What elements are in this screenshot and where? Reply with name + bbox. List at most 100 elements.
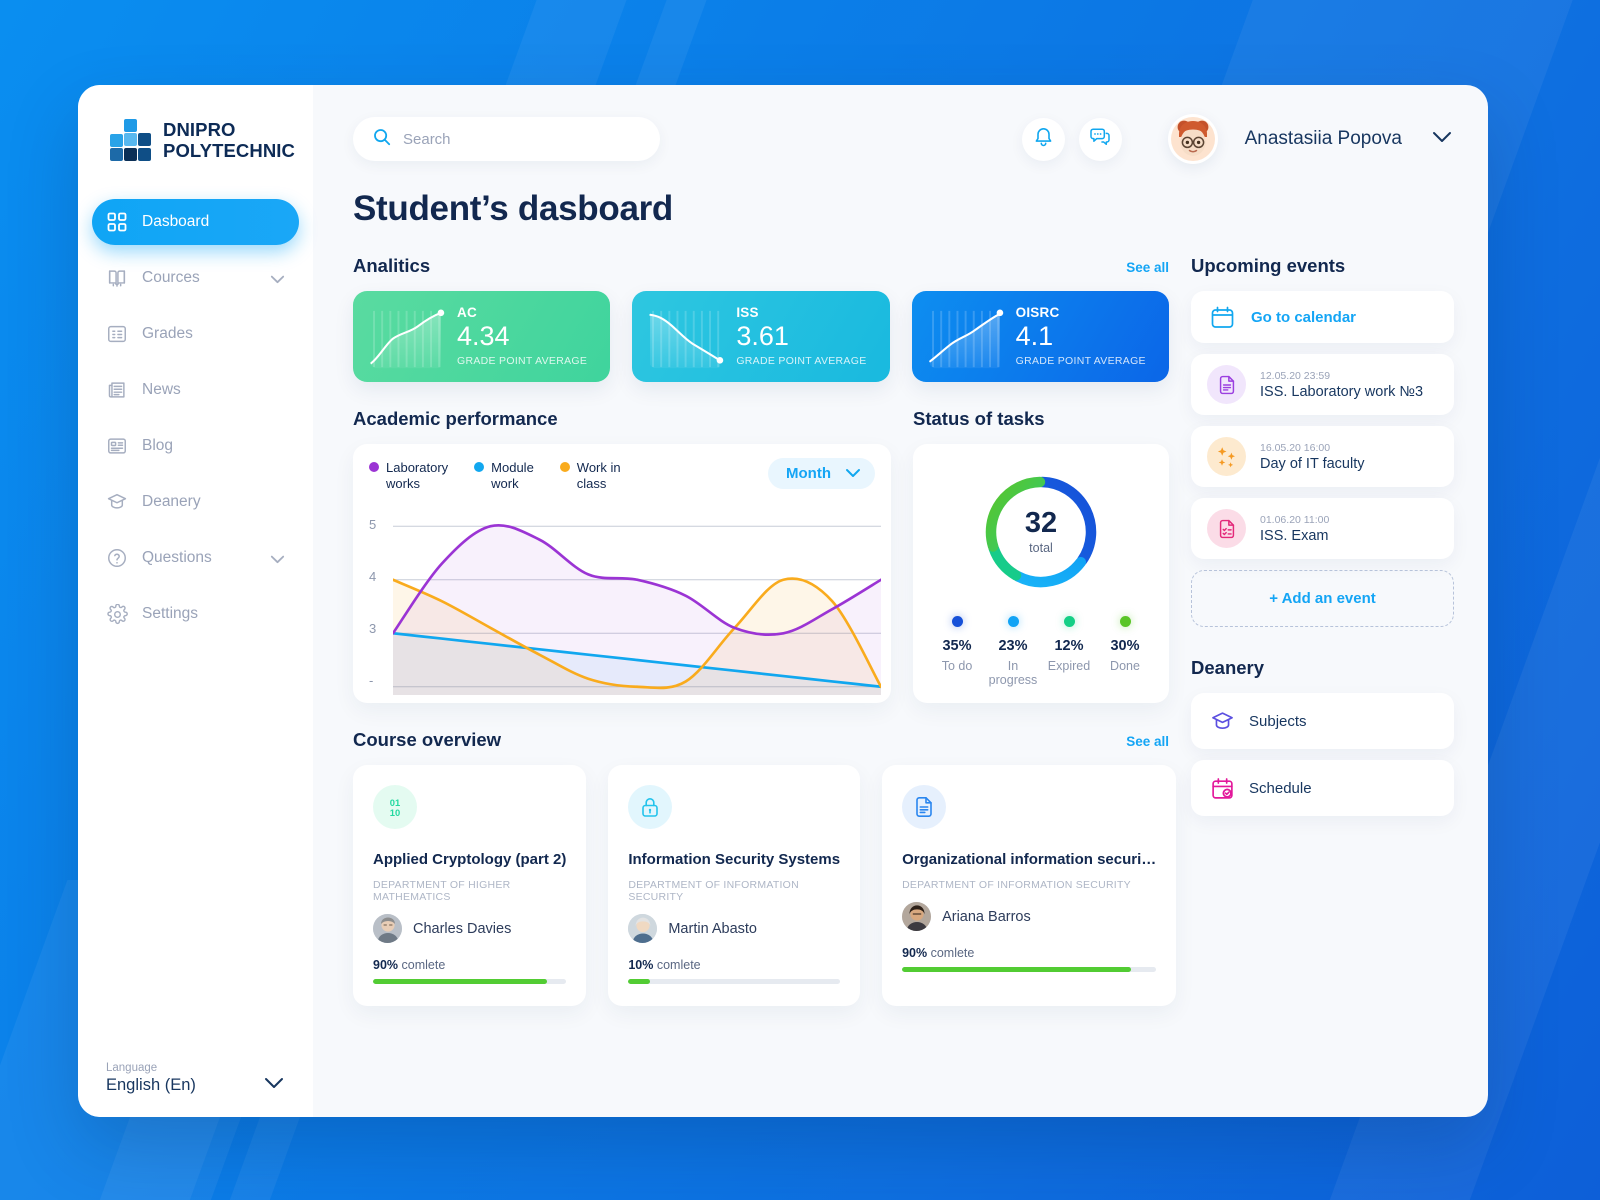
legend-color-dot xyxy=(369,462,379,472)
status-color-dot xyxy=(1119,616,1131,627)
event-item[interactable]: 01.06.20 11:00 ISS. Exam xyxy=(1191,498,1454,559)
deanery-item-subjects[interactable]: Subjects xyxy=(1191,693,1454,749)
analytics-card-iss[interactable]: ISS 3.61 GRADE POINT AVERAGE xyxy=(632,291,890,382)
academic-performance-section: Academic performance Laboratory works Mod… xyxy=(353,408,891,703)
chart-plot-area: 5 4 3 - xyxy=(369,517,881,695)
legend-label: Laboratory works xyxy=(386,460,449,491)
event-item[interactable]: 12.05.20 23:59 ISS. Laboratory work №3 xyxy=(1191,354,1454,415)
chevron-down-icon[interactable] xyxy=(270,551,285,566)
notifications-button[interactable] xyxy=(1021,117,1065,161)
sidebar-item-grades[interactable]: Grades xyxy=(92,311,299,357)
teacher-avatar xyxy=(373,914,402,943)
teacher-avatar xyxy=(902,902,932,931)
deanery-item-schedule[interactable]: Schedule xyxy=(1191,760,1454,816)
calendar-icon xyxy=(1207,302,1237,332)
period-selector[interactable]: Month xyxy=(768,458,875,489)
analytics-card-value: 4.34 xyxy=(457,321,510,351)
go-to-calendar-button[interactable]: Go to calendar xyxy=(1191,291,1454,343)
academic-performance-title: Academic performance xyxy=(353,408,558,429)
chart-y-tick-label: - xyxy=(369,673,374,688)
question-circle-icon xyxy=(106,547,128,569)
course-progress-label: 90% comlete xyxy=(902,946,1156,960)
course-department: DEPARTMENT OF INFORMATION SECURITY xyxy=(902,879,1131,891)
chevron-down-icon[interactable] xyxy=(270,271,285,286)
sidebar-item-label: Deanery xyxy=(142,493,201,510)
course-title: Information Security Systems xyxy=(628,851,841,868)
analytics-header: Analitics See all xyxy=(353,255,1169,277)
analytics-card-ac[interactable]: AC 4.34 GRADE POINT AVERAGE xyxy=(353,291,611,382)
analytics-card-name: ISS xyxy=(736,305,759,320)
chart-legend-item: Work in class xyxy=(559,460,621,491)
sidebar: DNIPRO POLYTECHNIC Dasboard Cources Grades… xyxy=(78,85,313,1117)
event-date: 16.05.20 16:00 xyxy=(1260,441,1331,454)
sidebar-nav: Dasboard Cources Grades News Blog Deanery Ques… xyxy=(78,199,313,647)
sidebar-item-label: Cources xyxy=(142,269,200,286)
chart-y-tick-label: 3 xyxy=(369,621,377,636)
grid-icon xyxy=(106,211,128,233)
sidebar-item-cources[interactable]: Cources xyxy=(92,255,299,301)
chart-legend-item: Laboratory works xyxy=(369,460,448,491)
add-event-button[interactable]: + Add an event xyxy=(1191,570,1454,627)
course-teacher: Charles Davies xyxy=(373,914,566,943)
event-name: ISS. Laboratory work №3 xyxy=(1260,383,1424,400)
analytics-see-all-link[interactable]: See all xyxy=(1126,260,1169,275)
course-overview-see-all-link[interactable]: See all xyxy=(1126,734,1169,749)
course-progress-bar xyxy=(373,979,567,984)
task-status-expired: 12% Expired xyxy=(1041,616,1097,688)
course-title: Organizational information securi… xyxy=(902,851,1157,868)
status-color-dot xyxy=(1063,616,1075,627)
period-value: Month xyxy=(786,465,831,482)
sidebar-item-news[interactable]: News xyxy=(92,367,299,413)
status-percent: 12% xyxy=(1054,638,1084,654)
event-item[interactable]: 16.05.20 16:00 Day of IT faculty xyxy=(1191,426,1454,487)
chevron-down-icon xyxy=(845,465,861,482)
sidebar-item-questions[interactable]: Questions xyxy=(92,535,299,581)
avatar[interactable] xyxy=(1167,114,1218,164)
chevron-down-icon[interactable] xyxy=(1430,129,1454,149)
status-of-tasks-section: Status of tasks 32 total 35% To do 23% I… xyxy=(913,408,1169,703)
legend-color-dot xyxy=(559,462,570,472)
tasks-total: 32 total xyxy=(979,470,1103,594)
status-name: Done xyxy=(1110,659,1140,673)
messages-button[interactable] xyxy=(1078,117,1122,161)
brand-line-2: POLYTECHNIC xyxy=(163,140,295,161)
dashboard-left-column: Analitics See all AC 4.34 GRADE POINT AV… xyxy=(353,255,1177,1006)
analytics-card-oisrc[interactable]: OISRC 4.1 GRADE POINT AVERAGE xyxy=(911,291,1169,382)
app-window: DNIPRO POLYTECHNIC Dasboard Cources Grades… xyxy=(78,85,1488,1117)
analytics-card-subtitle: GRADE POINT AVERAGE xyxy=(457,354,588,367)
page-title: Student’s dasboard xyxy=(353,189,674,228)
course-card[interactable]: Information Security Systems DEPARTMENT … xyxy=(608,765,861,1006)
status-percent: 35% xyxy=(942,638,972,654)
teacher-name: Charles Davies xyxy=(413,920,512,937)
chevron-down-icon[interactable] xyxy=(263,1076,285,1095)
course-card[interactable]: Organizational information securi… DEPAR… xyxy=(882,765,1177,1006)
search-input[interactable] xyxy=(403,130,640,148)
course-complete-word: comlete xyxy=(656,958,701,972)
sparkline-chart xyxy=(370,309,445,369)
course-overview-title: Course overview xyxy=(353,729,502,750)
sidebar-item-dasboard[interactable]: Dasboard xyxy=(92,199,299,245)
course-overview-header: Course overview See all xyxy=(353,729,1169,751)
course-progress-bar xyxy=(628,979,841,984)
sidebar-item-settings[interactable]: Settings xyxy=(92,591,299,637)
language-selector[interactable]: Language English (En) xyxy=(78,1061,313,1095)
sparkline-chart xyxy=(649,310,724,369)
legend-color-dot xyxy=(474,462,485,472)
events-list: 12.05.20 23:59 ISS. Laboratory work №3 1… xyxy=(1191,354,1454,559)
brand-logo[interactable]: DNIPRO POLYTECHNIC xyxy=(78,119,313,163)
bell-icon xyxy=(1034,126,1053,152)
analytics-card-name: OISRC xyxy=(1015,305,1060,320)
sidebar-item-blog[interactable]: Blog xyxy=(92,423,299,469)
course-card[interactable]: 01 10 Applied Cryptology (part 2) DEPARTM… xyxy=(353,765,587,1006)
chart-y-tick-label: 5 xyxy=(369,517,377,532)
sparkles-icon xyxy=(1207,437,1246,476)
course-percent: 10% xyxy=(628,958,654,972)
sidebar-item-deanery[interactable]: Deanery xyxy=(92,479,299,525)
tasks-donut-chart: 32 total xyxy=(979,470,1103,594)
sidebar-item-label: Settings xyxy=(142,605,199,622)
task-status-in-progress: 23% In progress xyxy=(985,616,1041,688)
book-icon xyxy=(106,267,128,289)
analytics-card-subtitle: GRADE POINT AVERAGE xyxy=(736,354,867,367)
search-box[interactable] xyxy=(353,117,660,161)
sidebar-item-label: Questions xyxy=(142,549,212,566)
